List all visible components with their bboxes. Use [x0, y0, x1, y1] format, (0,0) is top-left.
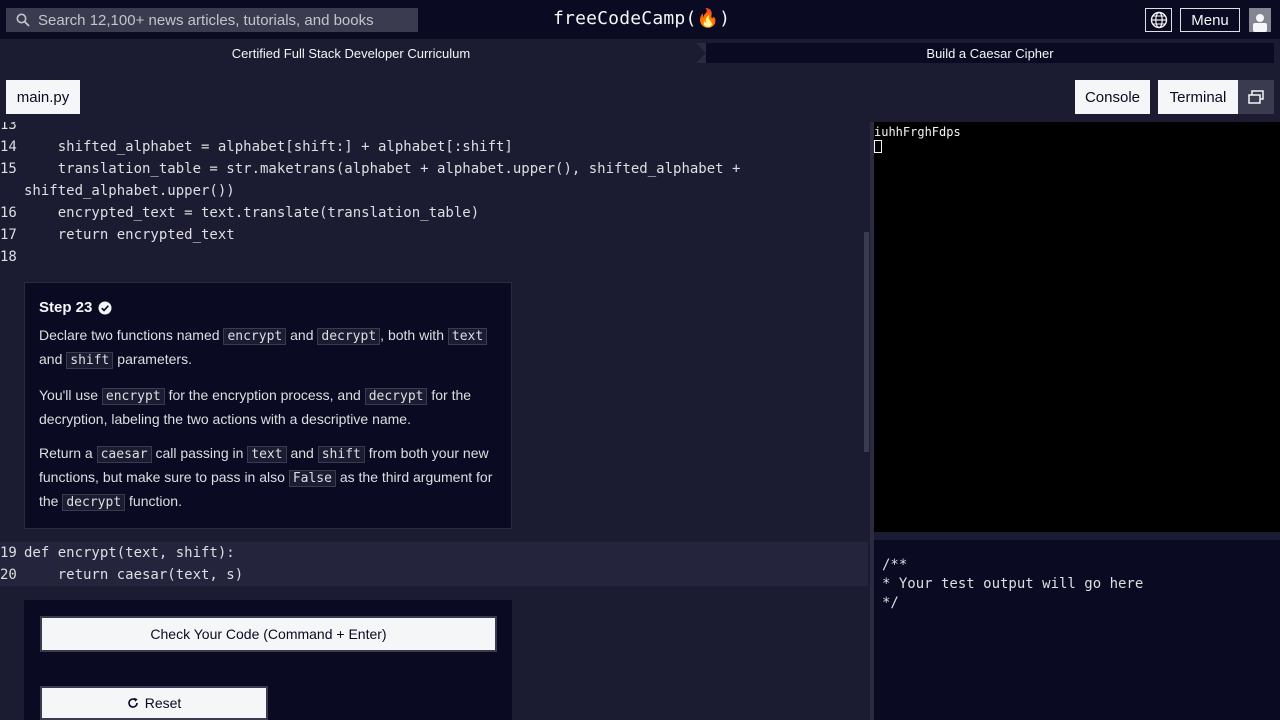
menu-button[interactable]: Menu	[1180, 8, 1240, 32]
terminal-output[interactable]: iuhhFrghFdps	[874, 122, 1280, 532]
code-line: 14 shifted_alphabet = alphabet[shift:] +…	[0, 139, 513, 155]
editor-scrollbar[interactable]	[864, 232, 869, 452]
tab-console[interactable]: Console	[1075, 80, 1150, 114]
code-line: 19 def encrypt(text, shift):	[0, 545, 235, 561]
reset-label: Reset	[144, 695, 182, 711]
breadcrumb: Certified Full Stack Developer Curriculu…	[6, 43, 1274, 63]
code-line: 15 translation_table = str.maketrans(alp…	[0, 161, 741, 177]
code-line: shifted_alphabet.upper())	[24, 183, 235, 199]
top-navbar: Search 12,100+ news articles, tutorials,…	[0, 0, 1280, 39]
terminal-line: iuhhFrghFdps	[874, 125, 961, 139]
step-title: Step 23	[39, 299, 497, 316]
code-line: 17 return encrypted_text	[0, 227, 235, 243]
popout-icon	[1248, 90, 1264, 104]
step-paragraph: You'll use encrypt for the encryption pr…	[39, 387, 472, 427]
terminal-cursor	[874, 140, 882, 153]
check-circle-icon	[98, 301, 112, 314]
code-line: 16 encrypted_text = text.translate(trans…	[0, 205, 480, 221]
brand-logo[interactable]: freeCodeCamp(🔥)	[553, 8, 730, 29]
tab-main-py[interactable]: main.py	[6, 80, 80, 114]
step-paragraph: Declare two functions named encrypt and …	[39, 324, 497, 372]
code-line: 20 return caesar(text, s)	[0, 567, 244, 583]
breadcrumb-curriculum[interactable]: Certified Full Stack Developer Curriculu…	[6, 43, 706, 63]
globe-icon	[1150, 11, 1167, 29]
step-description: Step 23 Declare two functions named encr…	[24, 282, 512, 529]
step-paragraph: Return a caesar call passing in text and…	[39, 445, 493, 511]
tab-terminal[interactable]: Terminal	[1158, 80, 1238, 114]
language-button[interactable]	[1145, 8, 1172, 32]
search-bar[interactable]: Search 12,100+ news articles, tutorials,…	[6, 8, 418, 32]
test-output-panel: /** * Your test output will go here */	[874, 540, 1280, 720]
reset-button[interactable]: Reset	[40, 686, 268, 720]
check-code-button[interactable]: Check Your Code (Command + Enter)	[40, 616, 497, 652]
search-icon	[16, 13, 30, 27]
search-placeholder: Search 12,100+ news articles, tutorials,…	[38, 11, 374, 29]
breadcrumb-project[interactable]: Build a Caesar Cipher	[706, 43, 1274, 63]
avatar[interactable]	[1249, 8, 1271, 32]
user-icon	[1253, 14, 1267, 32]
popout-button[interactable]	[1238, 80, 1274, 114]
reset-icon	[127, 697, 138, 708]
